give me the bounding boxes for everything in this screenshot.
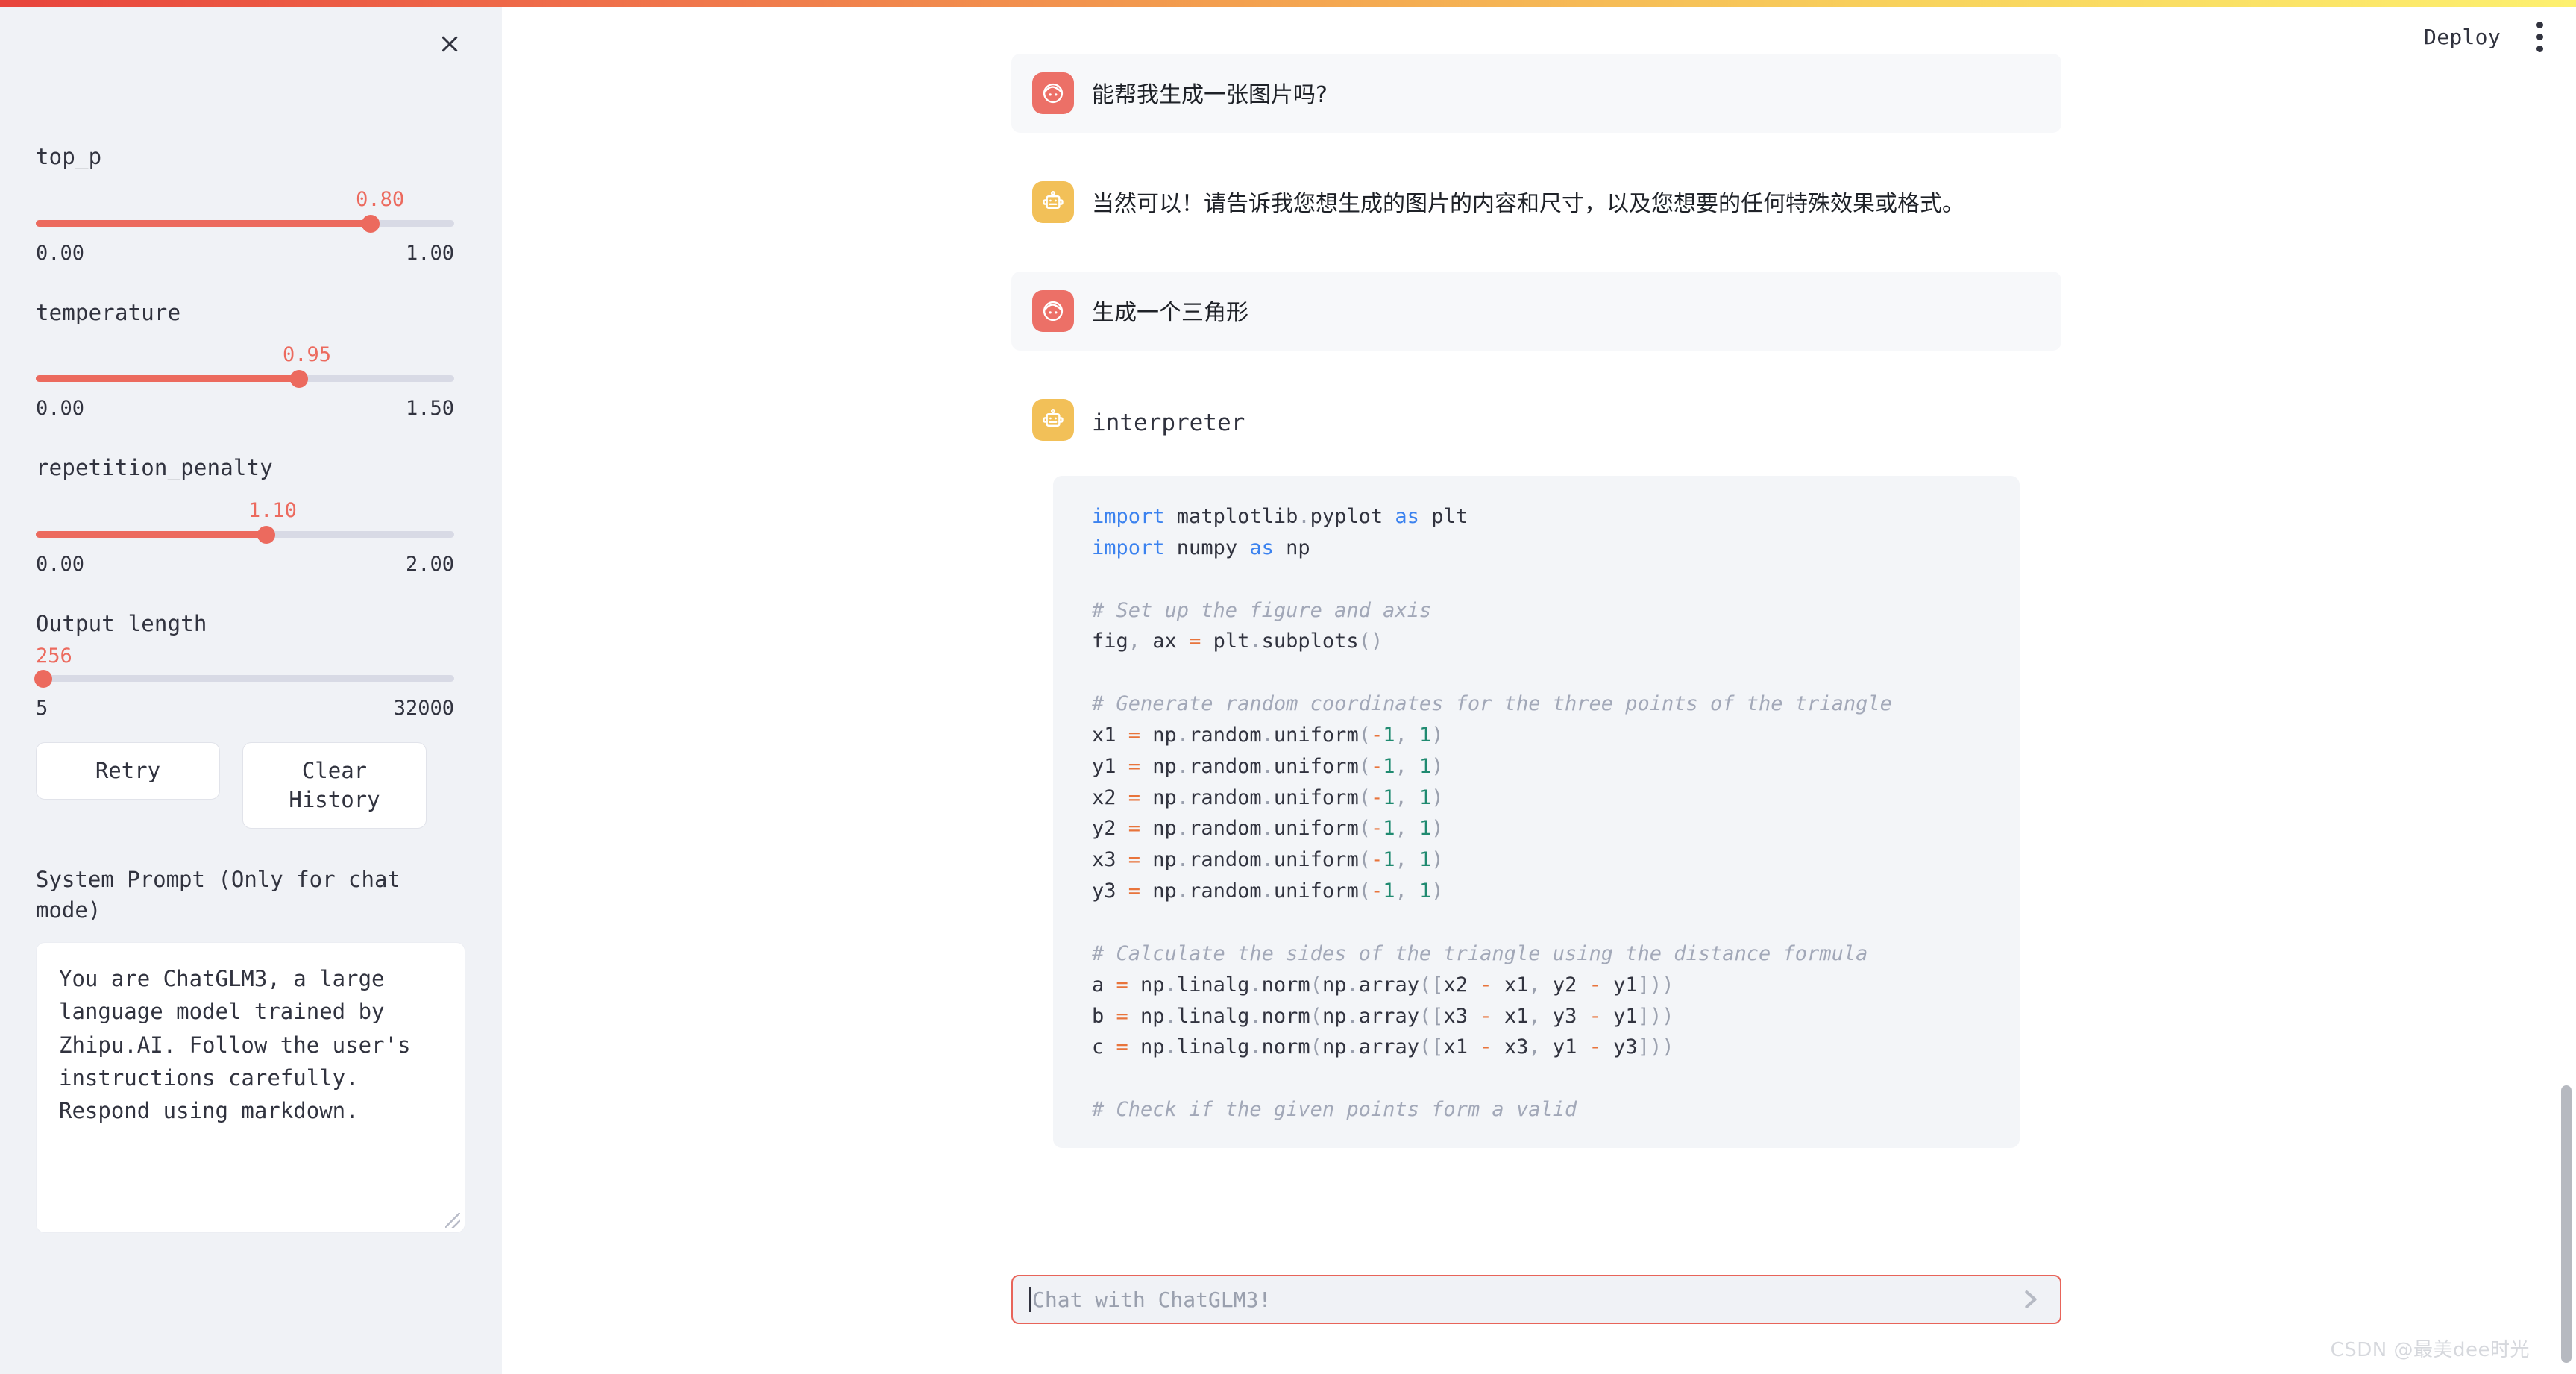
slider-output-length[interactable]: Output length 256 5 32000 [34,610,466,720]
top-gradient-bar [0,0,2576,7]
slider-min-repetition-penalty: 0.00 [36,553,85,577]
slider-range-repetition-penalty: 0.00 2.00 [36,553,454,576]
slider-max-top-p: 1.00 [405,241,454,265]
robot-icon [1032,181,1074,223]
slider-value-row: 0.95 [36,343,466,370]
slider-max-repetition-penalty: 2.00 [405,553,454,577]
chat-input[interactable]: Chat with ChatGLM3! [1011,1275,2061,1324]
slider-range-top-p: 0.00 1.00 [36,242,454,265]
slider-fill [36,531,266,539]
slider-value-top-p: 0.80 [356,187,405,211]
slider-thumb-top-p[interactable] [361,214,380,233]
slider-fill [36,375,300,383]
text-caret [1029,1287,1031,1312]
sidebar-action-buttons: Retry Clear History [36,741,466,829]
slider-fill [36,219,371,227]
slider-min-output-length: 5 [36,696,48,720]
slider-value-repetition-penalty: 1.10 [248,499,297,523]
slider-track-temperature[interactable] [36,370,454,389]
chat-input-placeholder: Chat with ChatGLM3! [1032,1287,1272,1312]
chat-main-panel: 能帮我生成一张图片吗? 当然可以！请告诉我您想生成的图片的内容和尺寸，以及您想要… [502,7,2576,1374]
slider-value-row: 1.10 [36,499,466,526]
chat-message-assistant-interpreter: interpreter [1011,380,2061,459]
slider-value-output-length: 256 [36,644,72,668]
slider-thumb-repetition-penalty[interactable] [257,526,275,545]
clear-history-button[interactable]: Clear History [242,741,427,829]
sidebar-content: top_p 0.80 0.00 1.00 temperature 0.95 0.… [34,143,466,1234]
slider-thumb-output-length[interactable] [34,669,53,688]
chat-message-user: 生成一个三角形 [1011,272,2061,351]
chat-message-text: 当然可以！请告诉我您想生成的图片的内容和尺寸，以及您想要的任何特殊效果或格式。 [1092,191,1964,217]
slider-range-output-length: 5 32000 [36,697,454,720]
close-icon[interactable] [430,25,469,63]
chat-message-text: 生成一个三角形 [1092,300,1248,326]
slider-min-temperature: 0.00 [36,397,85,421]
chat-message-assistant: 当然可以！请告诉我您想生成的图片的内容和尺寸，以及您想要的任何特殊效果或格式。 [1011,163,2061,242]
user-face-icon [1032,290,1074,332]
slider-min-top-p: 0.00 [36,241,85,265]
watermark: CSDN @最美dee时光 [2330,1339,2530,1361]
retry-button[interactable]: Retry [36,741,220,800]
deploy-button[interactable]: Deploy [2424,25,2501,49]
slider-label-temperature: temperature [36,299,181,325]
slider-track-bg [36,674,454,682]
slider-track-output-length[interactable] [34,669,454,688]
slider-value-temperature: 0.95 [282,343,332,367]
slider-top-p[interactable]: top_p 0.80 0.00 1.00 [36,143,466,265]
app-root: top_p 0.80 0.00 1.00 temperature 0.95 0.… [0,0,2576,1374]
chat-message-user: 能帮我生成一张图片吗? [1011,54,2061,133]
slider-track-repetition-penalty[interactable] [36,526,454,545]
app-header-actions: Deploy [2424,7,2576,66]
chat-message-text: 能帮我生成一张图片吗? [1092,82,1328,108]
code-block: import matplotlib.pyplot as plt import n… [1053,476,2020,1148]
system-prompt-textarea[interactable]: You are ChatGLM3, a large language model… [36,942,465,1234]
system-prompt-value: You are ChatGLM3, a large language model… [59,966,424,1123]
slider-label-output-length: Output length [36,611,207,637]
slider-range-temperature: 0.00 1.50 [36,397,454,420]
slider-value-row: 0.80 [36,188,466,215]
vertical-scrollbar[interactable] [2561,1085,2572,1363]
system-prompt-label: System Prompt (Only for chat mode) [36,867,400,923]
settings-sidebar: top_p 0.80 0.00 1.00 temperature 0.95 0.… [0,7,502,1374]
kebab-menu-icon[interactable] [2532,17,2548,57]
send-arrow-icon[interactable] [2018,1287,2043,1312]
resize-handle-icon[interactable] [445,1213,460,1229]
robot-icon [1032,399,1074,441]
slider-label-repetition-penalty: repetition_penalty [36,455,273,481]
slider-thumb-temperature[interactable] [290,370,309,389]
chat-message-list: 能帮我生成一张图片吗? 当然可以！请告诉我您想生成的图片的内容和尺寸，以及您想要… [1011,54,2061,1148]
slider-value-row: 256 [36,644,466,670]
user-face-icon [1032,72,1074,114]
slider-max-output-length: 32000 [393,696,454,720]
slider-track-top-p[interactable] [36,214,454,233]
slider-label-top-p: top_p [36,144,102,169]
interpreter-label: interpreter [1092,410,1245,436]
code-block-content: import matplotlib.pyplot as plt import n… [1092,505,1892,1122]
slider-max-temperature: 1.50 [405,397,454,421]
slider-repetition-penalty[interactable]: repetition_penalty 1.10 0.00 2.00 [36,454,466,576]
slider-temperature[interactable]: temperature 0.95 0.00 1.50 [36,299,466,420]
